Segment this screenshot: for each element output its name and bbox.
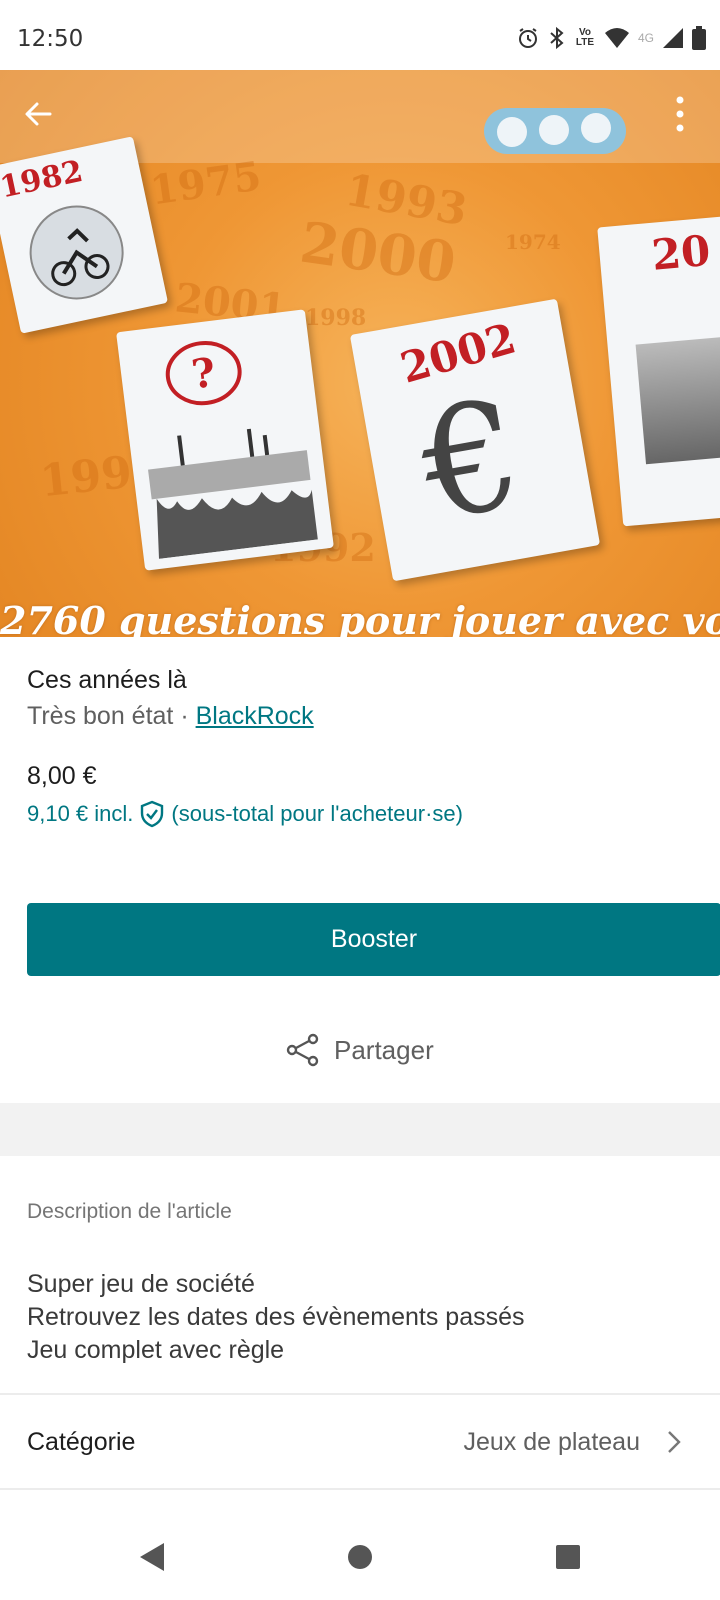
- share-button[interactable]: Partager: [286, 1033, 434, 1067]
- euro-symbol: €: [409, 366, 534, 555]
- card-year: 20: [649, 225, 713, 280]
- nav-home-button[interactable]: [336, 1533, 384, 1581]
- triangle-back-icon: [140, 1543, 164, 1571]
- ghost-year: 1998: [305, 305, 367, 331]
- more-options-button[interactable]: [652, 86, 708, 142]
- subtitle-separator: ·: [173, 702, 196, 730]
- calendar-card-partial: 20: [597, 213, 720, 527]
- nav-recents-button[interactable]: [544, 1533, 592, 1581]
- status-time: 12:50: [17, 26, 84, 52]
- description-line: Jeu complet avec règle: [27, 1336, 285, 1364]
- status-icons: Vo LTE 4G: [516, 26, 706, 50]
- signal-icon: [662, 27, 684, 49]
- nav-back-button[interactable]: [128, 1533, 176, 1581]
- ghost-year: 1974: [505, 230, 561, 254]
- battery-icon: [692, 26, 706, 50]
- price-with-protection[interactable]: 9,10 € incl. (sous-total pour l'acheteur…: [27, 800, 463, 828]
- card-year: 1982: [0, 153, 86, 206]
- bluetooth-icon: [548, 26, 566, 50]
- calendar-card-question: ?: [116, 309, 334, 571]
- shield-check-icon: [141, 800, 164, 828]
- back-button[interactable]: [10, 86, 66, 142]
- category-row[interactable]: Catégorie Jeux de plateau: [0, 1395, 720, 1488]
- status-bar: 12:50 Vo LTE 4G: [0, 0, 720, 70]
- chevron-right-icon: [668, 1431, 681, 1453]
- description-heading: Description de l'article: [27, 1200, 232, 1223]
- item-subtitle: Très bon état · BlackRock: [27, 702, 314, 731]
- section-separator: [0, 1103, 720, 1156]
- item-price: 8,00 €: [27, 762, 97, 790]
- description-line: Super jeu de société: [27, 1270, 255, 1298]
- square-recents-icon: [556, 1545, 580, 1569]
- category-label: Catégorie: [27, 1428, 136, 1456]
- volte-icon: Vo LTE: [575, 27, 595, 48]
- booster-button[interactable]: Booster: [27, 903, 720, 976]
- car-photo: [635, 333, 720, 465]
- share-icon: [286, 1033, 319, 1067]
- bubble-dots-decoration: [484, 108, 626, 154]
- price-incl-note: (sous-total pour l'acheteur·se): [171, 801, 463, 826]
- more-vertical-icon: [676, 96, 684, 132]
- description-text: Super jeu de société Retrouvez les dates…: [27, 1268, 525, 1367]
- calendar-card-2002: 2002 €: [349, 298, 601, 582]
- category-value: Jeux de plateau: [463, 1428, 640, 1456]
- alarm-icon: [516, 26, 540, 50]
- image-caption-text: 2760 questions pour jouer avec vos sou: [0, 598, 720, 637]
- price-incl-amount: 9,10 € incl.: [27, 801, 134, 826]
- system-nav-bar: [0, 1505, 720, 1600]
- divider: [0, 1488, 720, 1490]
- 4g-icon: 4G: [637, 31, 654, 45]
- product-image[interactable]: 1975 1993 2000 2001 1998 1974 1992 1995 …: [0, 70, 720, 637]
- brand-link[interactable]: BlackRock: [196, 702, 314, 730]
- calendar-card-1982: 1982: [0, 136, 169, 334]
- item-condition: Très bon état: [27, 702, 174, 730]
- crowd-wall-illustration: [148, 428, 318, 559]
- wifi-icon: [604, 27, 630, 49]
- arrow-left-icon: [25, 102, 52, 126]
- item-title: Ces années là: [27, 666, 187, 694]
- description-line: Retrouvez les dates des évènements passé…: [27, 1303, 525, 1331]
- share-label: Partager: [334, 1034, 434, 1065]
- moon-bike-illustration: [29, 205, 124, 300]
- circle-home-icon: [348, 1545, 372, 1569]
